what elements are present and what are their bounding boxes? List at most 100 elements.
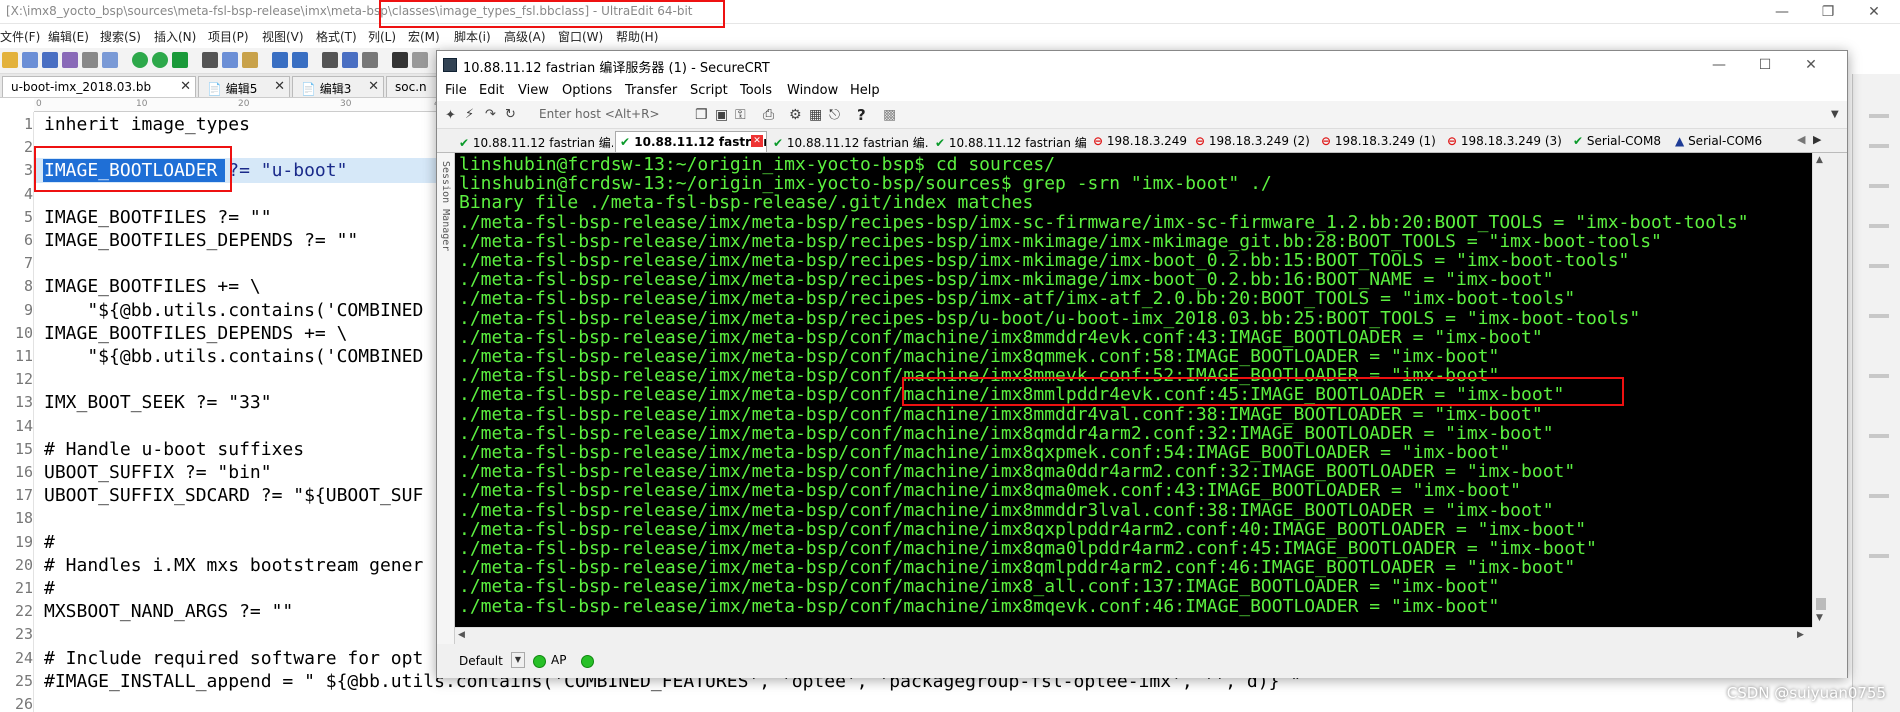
chevron-down-icon[interactable]: ▼: [1831, 109, 1839, 120]
tab-scroll-right-icon[interactable]: ▶: [1813, 133, 1821, 146]
menu-format[interactable]: 格式(T): [316, 28, 357, 45]
help-icon[interactable]: ?: [857, 106, 866, 124]
session-tab[interactable]: ⊖ 198.18.3.249 (2): [1191, 131, 1315, 152]
find-icon[interactable]: ⚿: [735, 107, 746, 123]
menu-help[interactable]: Help: [850, 83, 880, 98]
close-icon[interactable]: ✕: [1789, 53, 1833, 77]
new-file-icon[interactable]: [22, 52, 38, 68]
menu-options[interactable]: Options: [562, 83, 612, 98]
menu-insert[interactable]: 插入(N): [154, 28, 196, 45]
menu-column[interactable]: 列(L): [368, 28, 396, 45]
session-manager-sidebar[interactable]: Session Manager: [437, 153, 455, 678]
session-tab[interactable]: ✔ 10.88.11.12 fastrian 编...: [455, 131, 613, 152]
securecrt-session-tabs: ✔ 10.88.11.12 fastrian 编... ✔ 10.88.11.1…: [437, 129, 1847, 153]
copy-icon[interactable]: [222, 52, 238, 68]
menu-file[interactable]: 文件(F): [0, 28, 40, 45]
close-tab-icon[interactable]: ✕: [751, 135, 763, 147]
find-in-files-icon[interactable]: [362, 52, 378, 68]
menu-window[interactable]: 窗口(W): [558, 28, 603, 45]
session-tab[interactable]: ✔ Serial-COM8: [1569, 131, 1669, 152]
menu-tools[interactable]: Tools: [740, 83, 772, 98]
scroll-down-icon[interactable]: ▼: [1816, 613, 1823, 623]
menu-file[interactable]: File: [445, 83, 467, 98]
host-input[interactable]: Enter host <Alt+R>: [539, 107, 660, 121]
minimize-icon[interactable]: —: [1760, 0, 1804, 24]
options-icon[interactable]: ▦: [809, 107, 822, 123]
terminal-horizontal-scrollbar[interactable]: ◀ ▶: [455, 627, 1812, 644]
line-number: 17: [14, 486, 33, 505]
session-tab-active[interactable]: ✔ 10.88.11.12 fastrian ... ✕: [615, 131, 767, 152]
menu-project[interactable]: 项目(P): [208, 28, 249, 45]
paste-icon[interactable]: [242, 52, 258, 68]
menu-view[interactable]: View: [518, 83, 549, 98]
binoculars-icon[interactable]: [392, 52, 408, 68]
paste-icon[interactable]: ▣: [715, 107, 728, 123]
menu-transfer[interactable]: Transfer: [625, 83, 677, 98]
save-icon[interactable]: [42, 52, 58, 68]
status-led-icon: [533, 655, 546, 668]
open-folder-icon[interactable]: [2, 52, 18, 68]
tab-scroll-left-icon[interactable]: ◀: [1797, 133, 1805, 146]
menu-edit[interactable]: Edit: [479, 83, 504, 98]
scroll-right-icon[interactable]: ▶: [1797, 630, 1804, 640]
search-next-icon[interactable]: [412, 52, 428, 68]
replace-icon[interactable]: [342, 52, 358, 68]
session-tab[interactable]: ⊖ 198.18.3.249: [1089, 131, 1189, 152]
menu-window[interactable]: Window: [787, 83, 838, 98]
tab-soc[interactable]: soc.n: [386, 76, 440, 97]
print-icon[interactable]: ⎙: [763, 107, 774, 123]
copy-icon[interactable]: ❐: [695, 107, 708, 123]
minimize-icon[interactable]: —: [1697, 53, 1741, 77]
close-icon[interactable]: ✕: [1852, 0, 1896, 24]
file-icon: 📄: [207, 82, 222, 96]
menu-help[interactable]: 帮助(H): [616, 28, 658, 45]
menu-script[interactable]: 脚本(i): [454, 28, 491, 45]
undo-icon[interactable]: [272, 52, 288, 68]
chevron-down-icon[interactable]: ▼: [511, 652, 525, 668]
menu-advanced[interactable]: 高级(A): [504, 28, 546, 45]
scroll-left-icon[interactable]: ◀: [458, 630, 465, 640]
tab-u-boot-imx[interactable]: u-boot-imx_2018.03.bb ✕: [2, 76, 196, 97]
tab-edit3[interactable]: 📄 编辑3 ✕: [292, 76, 384, 97]
terminal[interactable]: linshubin@fcrdsw-13:~/origin_imx-yocto-b…: [455, 153, 1812, 627]
maximize-icon[interactable]: ☐: [1743, 53, 1787, 77]
close-icon[interactable]: ✕: [180, 79, 191, 94]
menu-view[interactable]: 视图(V): [262, 28, 304, 45]
restore-icon[interactable]: ❐: [1806, 0, 1850, 24]
session-tab[interactable]: ✔ 10.88.11.12 fastrian 编...: [769, 131, 929, 152]
close-icon[interactable]: ✕: [274, 79, 285, 94]
scroll-thumb[interactable]: [1816, 598, 1826, 610]
close-icon[interactable]: ✕: [368, 79, 379, 94]
save-all-icon[interactable]: [62, 52, 78, 68]
print-icon[interactable]: [82, 52, 98, 68]
tab-edit5[interactable]: 📄 编辑5 ✕: [198, 76, 290, 97]
quick-connect-icon[interactable]: ⚡: [465, 107, 474, 122]
menu-edit[interactable]: 编辑(E): [48, 28, 89, 45]
find-icon[interactable]: [322, 52, 338, 68]
keymap-icon[interactable]: ⎋: [829, 107, 840, 123]
goto-icon[interactable]: [172, 52, 188, 68]
forward-icon[interactable]: [152, 52, 168, 68]
session-tab[interactable]: ✔ 10.88.11.12 fastrian 编...: [931, 131, 1087, 152]
connect-tab-icon[interactable]: ↷: [485, 107, 496, 122]
redo-icon[interactable]: [292, 52, 308, 68]
menu-script[interactable]: Script: [690, 83, 728, 98]
terminal-line: ./meta-fsl-bsp-release/imx/meta-bsp/conf…: [459, 557, 1576, 579]
session-tab[interactable]: ⊖ 198.18.3.249 (1): [1317, 131, 1441, 152]
securecrt-titlebar: 10.88.11.12 fastrian 编译服务器 (1) - SecureC…: [437, 51, 1847, 79]
menu-search[interactable]: 搜索(S): [100, 28, 141, 45]
settings-icon[interactable]: ⚙: [789, 107, 802, 123]
screenshot-icon[interactable]: ▩: [883, 107, 896, 123]
session-tab[interactable]: ▲ Serial-COM6: [1671, 131, 1771, 152]
print-preview-icon[interactable]: [102, 52, 118, 68]
reconnect-icon[interactable]: ↻: [505, 107, 516, 122]
back-icon[interactable]: [132, 52, 148, 68]
menu-macro[interactable]: 宏(M): [408, 28, 440, 45]
cut-icon[interactable]: [202, 52, 218, 68]
session-tab[interactable]: ⊖ 198.18.3.249 (3): [1443, 131, 1567, 152]
session-select[interactable]: Default: [459, 654, 503, 668]
connect-icon[interactable]: ✦: [445, 108, 456, 123]
terminal-vertical-scrollbar[interactable]: ▲ ▼: [1812, 153, 1829, 627]
scroll-up-icon[interactable]: ▲: [1816, 155, 1823, 165]
ultraedit-scrollbar-panel[interactable]: [1852, 74, 1900, 712]
